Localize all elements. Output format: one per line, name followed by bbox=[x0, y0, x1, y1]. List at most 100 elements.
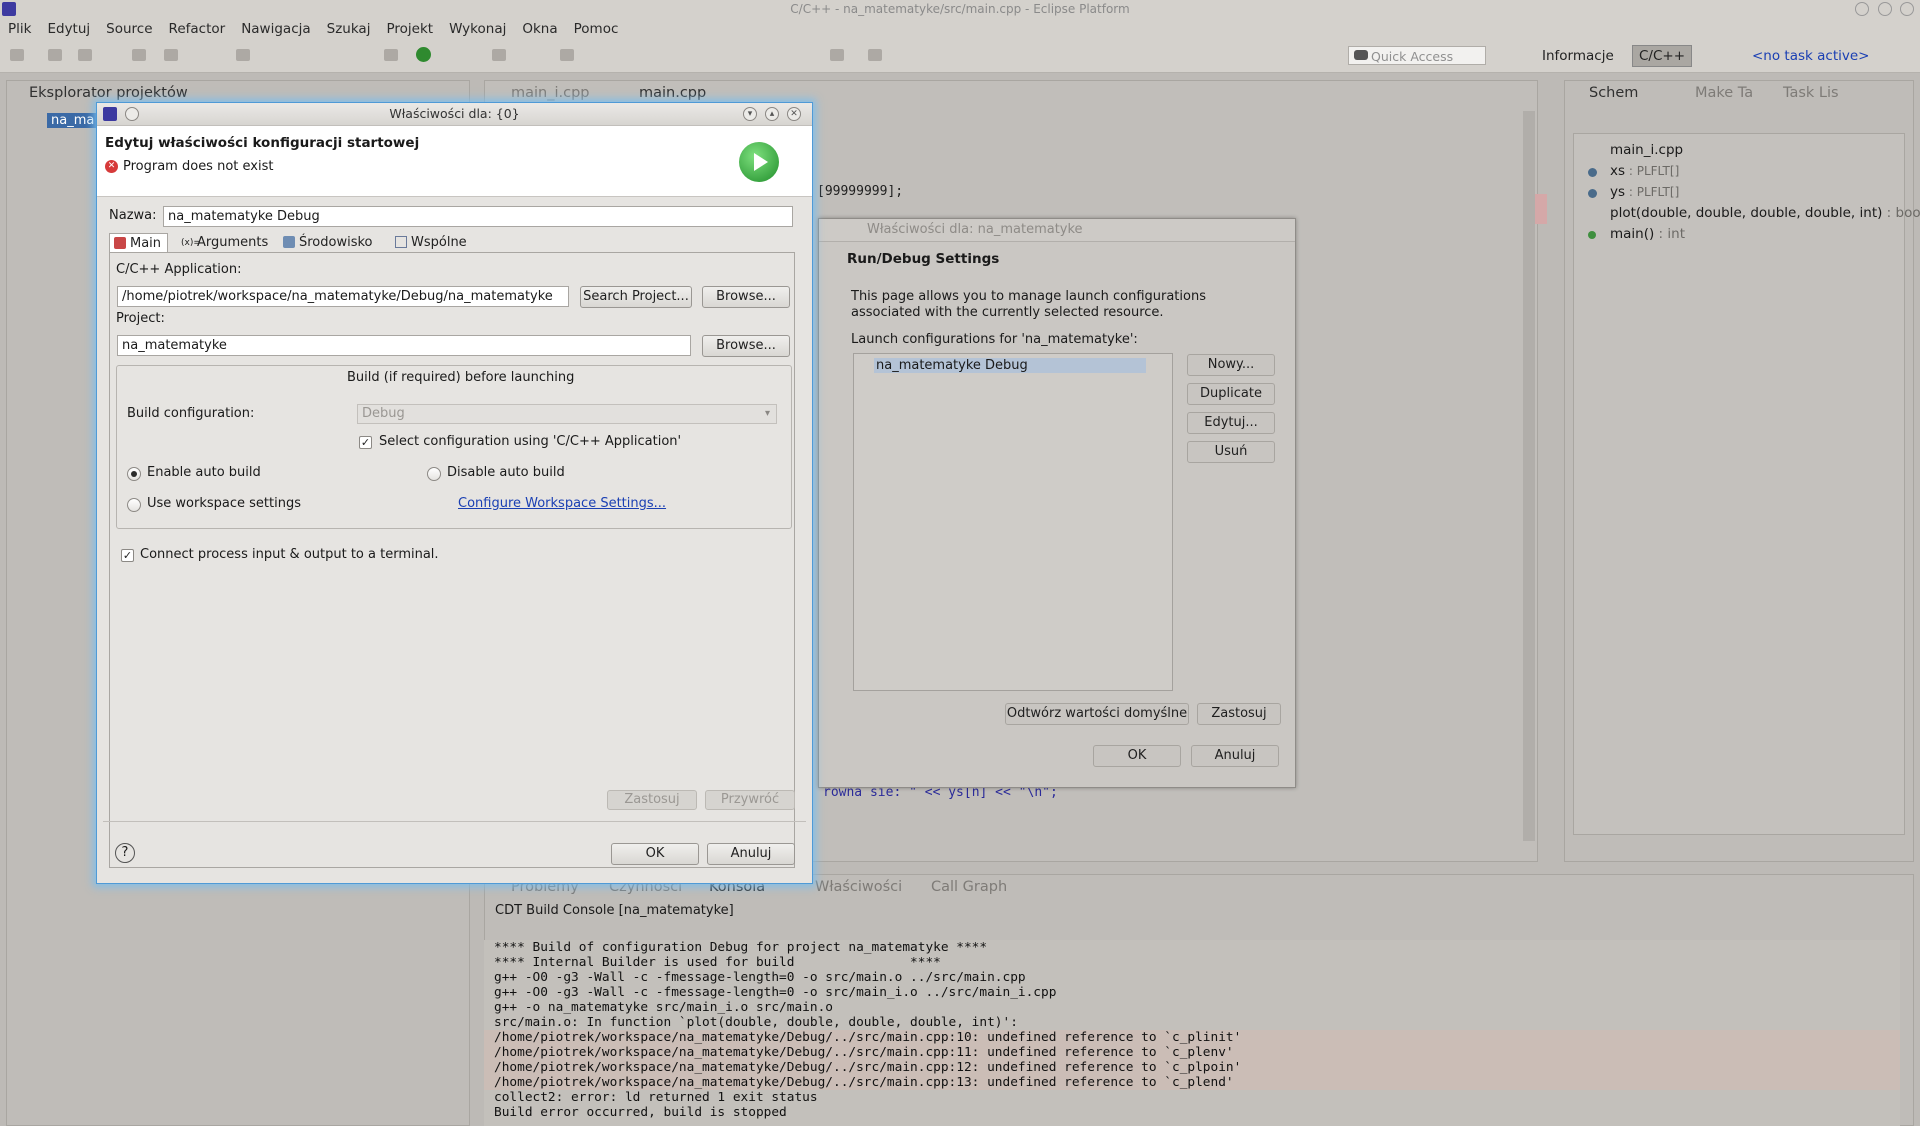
outline-item-main[interactable]: main() : int bbox=[1610, 226, 1685, 242]
close-window-button[interactable] bbox=[1900, 2, 1914, 16]
new-icon[interactable] bbox=[10, 49, 24, 61]
outline-item-type: : PLFLT[] bbox=[1625, 164, 1680, 178]
save-all-icon[interactable] bbox=[78, 49, 92, 61]
binoculars-icon bbox=[1354, 50, 1368, 60]
config-name-field[interactable]: na_matematyke Debug bbox=[163, 206, 793, 227]
dialog-menu-button[interactable] bbox=[125, 107, 139, 121]
hammer-icon[interactable] bbox=[164, 49, 178, 61]
console-line: collect2: error: ld returned 1 exit stat… bbox=[494, 1090, 818, 1105]
name-label: Nazwa: bbox=[109, 208, 157, 223]
console-output[interactable]: **** Build of configuration Debug for pr… bbox=[484, 940, 1900, 1126]
menu-okna[interactable]: Okna bbox=[514, 18, 565, 40]
field-icon bbox=[1588, 168, 1597, 177]
build-config-select: Debug ▾ bbox=[357, 404, 777, 424]
help-icon[interactable]: ? bbox=[115, 843, 135, 863]
restore-defaults-button[interactable]: Odtwórz wartości domyślne bbox=[1005, 703, 1189, 725]
project-label: Project: bbox=[116, 311, 165, 326]
new-class-icon[interactable] bbox=[236, 49, 250, 61]
apply-button[interactable]: Zastosuj bbox=[1197, 703, 1281, 725]
menu-edytuj[interactable]: Edytuj bbox=[39, 18, 98, 40]
editor-scrollbar[interactable] bbox=[1523, 111, 1535, 841]
editor-tab-main[interactable]: main.cpp bbox=[639, 83, 706, 103]
use-workspace-label: Use workspace settings bbox=[147, 496, 301, 511]
tab-common[interactable]: Wspólne bbox=[391, 233, 473, 252]
apply-config-button[interactable]: Zastosuj bbox=[607, 790, 697, 810]
launch-config-list[interactable]: na_matematyke Debug bbox=[853, 353, 1173, 691]
search-project-button[interactable]: Search Project... bbox=[580, 286, 692, 308]
properties-tab[interactable]: Właściwości bbox=[815, 877, 902, 897]
project-tree-item[interactable]: na_ma bbox=[47, 113, 99, 128]
properties-dialog: Właściwości dla: na_matematyke Run/Debug… bbox=[818, 218, 1296, 788]
edit-config-button[interactable]: Edytuj... bbox=[1187, 412, 1275, 434]
browse-app-button[interactable]: Browse... bbox=[702, 286, 790, 308]
outline-item-plot[interactable]: plot(double, double, double, double, int… bbox=[1610, 205, 1920, 221]
menu-szukaj[interactable]: Szukaj bbox=[319, 18, 379, 40]
editor-tab-main-i[interactable]: main_i.cpp bbox=[511, 83, 590, 103]
dialog2-description: This page allows you to manage launch co… bbox=[851, 289, 1206, 320]
external-tools-icon[interactable] bbox=[492, 49, 506, 61]
outline-item-name: main() bbox=[1610, 226, 1655, 242]
menu-plik[interactable]: Plik bbox=[0, 18, 39, 40]
use-workspace-radio[interactable] bbox=[127, 498, 141, 512]
save-icon[interactable] bbox=[48, 49, 62, 61]
new-config-button[interactable]: Nowy... bbox=[1187, 354, 1275, 376]
browse-project-button[interactable]: Browse... bbox=[702, 335, 790, 357]
console-line: /home/piotrek/workspace/na_matematyke/De… bbox=[484, 1030, 1900, 1045]
disable-auto-build-radio[interactable] bbox=[427, 467, 441, 481]
forward-icon[interactable] bbox=[868, 49, 882, 61]
enable-auto-build-radio[interactable] bbox=[127, 467, 141, 481]
maximize-window-button[interactable] bbox=[1878, 2, 1892, 16]
configure-workspace-link[interactable]: Configure Workspace Settings... bbox=[458, 496, 666, 511]
field-icon bbox=[1588, 189, 1597, 198]
play-glyph bbox=[754, 153, 768, 171]
duplicate-config-button[interactable]: Duplicate bbox=[1187, 383, 1275, 405]
project-explorer-tab[interactable]: Eksplorator projektów bbox=[29, 83, 188, 103]
task-list-tab[interactable]: Task Lis bbox=[1783, 83, 1839, 103]
quick-access-input[interactable]: Quick Access bbox=[1348, 46, 1486, 65]
ok-button[interactable]: OK bbox=[1093, 745, 1181, 767]
search-icon[interactable] bbox=[560, 49, 574, 61]
ok-button[interactable]: OK bbox=[611, 843, 699, 865]
outline-item-xs[interactable]: xs : PLFLT[] bbox=[1610, 163, 1679, 179]
app-icon bbox=[2, 2, 16, 16]
arguments-tab-icon: (x)= bbox=[181, 238, 201, 248]
outline-item-include[interactable]: main_i.cpp bbox=[1610, 142, 1683, 158]
app-path-field[interactable]: /home/piotrek/workspace/na_matematyke/De… bbox=[117, 286, 569, 307]
build-icon[interactable] bbox=[132, 49, 146, 61]
debug-icon[interactable] bbox=[384, 49, 398, 61]
tab-main[interactable]: Main bbox=[109, 233, 169, 252]
menu-wykonaj[interactable]: Wykonaj bbox=[441, 18, 514, 40]
tab-environment[interactable]: Środowisko bbox=[279, 233, 379, 252]
outline-tab[interactable]: Schem bbox=[1589, 83, 1638, 103]
dialog-minimize-button[interactable]: ▾ bbox=[743, 107, 757, 121]
launch-config-item[interactable]: na_matematyke Debug bbox=[874, 358, 1146, 373]
outline-item-name: plot(double, double, double, double, int… bbox=[1610, 205, 1883, 221]
cancel-button[interactable]: Anuluj bbox=[1191, 745, 1279, 767]
run-icon[interactable] bbox=[416, 47, 431, 62]
task-label[interactable]: <no task active> bbox=[1752, 46, 1869, 67]
menu-refactor[interactable]: Refactor bbox=[161, 18, 234, 40]
connect-terminal-checkbox[interactable]: ✓ bbox=[121, 549, 134, 562]
project-field[interactable]: na_matematyke bbox=[117, 335, 691, 356]
make-target-tab[interactable]: Make Ta bbox=[1695, 83, 1753, 103]
cancel-button[interactable]: Anuluj bbox=[707, 843, 795, 865]
revert-config-button[interactable]: Przywróć bbox=[705, 790, 795, 810]
dialog-maximize-button[interactable]: ▴ bbox=[765, 107, 779, 121]
perspective-info-button[interactable]: Informacje bbox=[1542, 46, 1614, 67]
menu-projekt[interactable]: Projekt bbox=[378, 18, 441, 40]
dialog-close-button[interactable]: ✕ bbox=[787, 107, 801, 121]
perspective-cpp-button[interactable]: C/C++ bbox=[1632, 45, 1693, 67]
connect-terminal-label: Connect process input & output to a term… bbox=[140, 547, 439, 562]
call-graph-tab[interactable]: Call Graph bbox=[931, 877, 1007, 897]
error-marker bbox=[1535, 194, 1547, 224]
menu-nawigacja[interactable]: Nawigacja bbox=[233, 18, 318, 40]
menu-pomoc[interactable]: Pomoc bbox=[566, 18, 627, 40]
dialog2-title: Właściwości dla: na_matematyke bbox=[867, 222, 1083, 237]
back-icon[interactable] bbox=[830, 49, 844, 61]
select-config-checkbox[interactable]: ✓ bbox=[359, 436, 372, 449]
minimize-window-button[interactable] bbox=[1855, 2, 1869, 16]
outline-item-ys[interactable]: ys : PLFLT[] bbox=[1610, 184, 1679, 200]
remove-config-button[interactable]: Usuń bbox=[1187, 441, 1275, 463]
menu-source[interactable]: Source bbox=[98, 18, 160, 40]
tab-arguments[interactable]: (x)= Arguments bbox=[177, 233, 274, 252]
